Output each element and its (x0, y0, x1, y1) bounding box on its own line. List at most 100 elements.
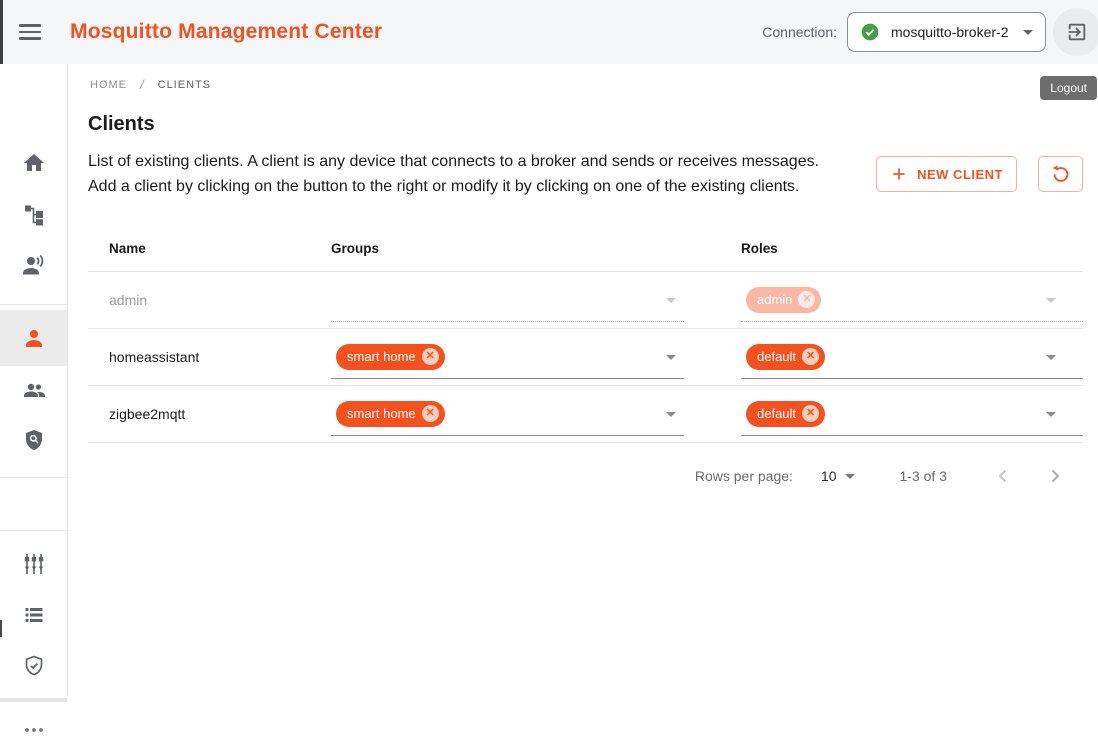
role-chip[interactable]: default ✕ (746, 344, 825, 370)
breadcrumb: HOME / CLIENTS (88, 77, 1083, 92)
menu-toggle-button[interactable] (17, 19, 43, 45)
column-header-roles: Roles (741, 241, 1083, 256)
chip-delete-icon[interactable]: ✕ (422, 348, 439, 365)
sidebar-divider (0, 304, 67, 305)
rows-per-page-label: Rows per page: (695, 468, 793, 484)
chip-label: smart home (347, 349, 416, 364)
chip-label: smart home (347, 406, 416, 421)
sidebar-item-roles[interactable] (0, 416, 67, 464)
chip-delete-icon[interactable]: ✕ (422, 405, 439, 422)
chip-label: admin (757, 292, 792, 307)
hamburger-icon (19, 24, 41, 27)
column-header-name: Name (88, 241, 331, 256)
topology-icon (22, 202, 46, 226)
chevron-down-icon (666, 298, 676, 303)
chevron-down-icon (1023, 30, 1033, 35)
client-name: zigbee2mqtt (88, 406, 331, 422)
topbar-right-cluster: Connection: mosquitto-broker-2 (762, 8, 1098, 56)
logout-tooltip: Logout (1040, 76, 1097, 100)
role-chip[interactable]: admin ✕ (746, 287, 821, 313)
chevron-down-icon (1046, 355, 1056, 360)
top-bar: Mosquitto Management Center Connection: … (0, 0, 1098, 64)
groups-select[interactable]: smart home ✕ (331, 392, 684, 436)
client-name: homeassistant (88, 349, 331, 365)
roles-select[interactable]: admin ✕ (741, 278, 1083, 322)
record-voice-icon (22, 253, 46, 277)
more-horizontal-icon (22, 718, 46, 742)
breadcrumb-current: CLIENTS (158, 79, 211, 91)
refresh-icon (1050, 163, 1072, 185)
sidebar-item-groups[interactable] (0, 365, 67, 413)
pagination-range: 1-3 of 3 (900, 468, 947, 484)
page-title: Clients (88, 113, 1083, 136)
breadcrumb-home[interactable]: HOME (90, 79, 127, 91)
chip-label: default (757, 406, 796, 421)
sliders-icon (22, 552, 46, 576)
left-edge-strip-bottom (0, 620, 2, 637)
sidebar-item-home[interactable] (0, 139, 67, 187)
roles-select[interactable]: default ✕ (741, 392, 1083, 436)
intro-row: List of existing clients. A client is an… (88, 149, 1083, 199)
check-circle-icon (860, 22, 880, 42)
clients-table: Name Groups Roles admin admin ✕ (88, 225, 1083, 443)
logout-button[interactable] (1053, 8, 1098, 56)
client-name: admin (88, 292, 331, 308)
sidebar-divider (0, 477, 67, 478)
sidebar-item-security[interactable] (0, 642, 67, 690)
sidebar-item-plugins[interactable] (0, 540, 67, 588)
chip-delete-icon[interactable]: ✕ (798, 291, 815, 308)
pagination: Rows per page: 10 1-3 of 3 (88, 443, 1083, 509)
chevron-down-icon (1046, 298, 1056, 303)
table-row[interactable]: zigbee2mqtt smart home ✕ default ✕ (88, 386, 1083, 443)
sidebar-divider (0, 698, 67, 702)
person-icon (22, 326, 46, 350)
groups-select[interactable] (331, 278, 684, 322)
chevron-down-icon (1046, 412, 1056, 417)
home-icon (22, 151, 46, 175)
breadcrumb-separator: / (140, 77, 145, 92)
connection-value: mosquitto-broker-2 (891, 24, 1023, 40)
new-client-button[interactable]: NEW CLIENT (876, 156, 1017, 192)
left-edge-strip (0, 0, 3, 64)
sidebar-item-topology[interactable] (0, 190, 67, 238)
chevron-down-icon (666, 355, 676, 360)
new-client-label: NEW CLIENT (917, 167, 1003, 182)
sidebar-item-clients[interactable] (0, 310, 67, 366)
chip-label: default (757, 349, 796, 364)
role-chip[interactable]: default ✕ (746, 401, 825, 427)
table-row[interactable]: admin admin ✕ (88, 272, 1083, 329)
page-description: List of existing clients. A client is an… (88, 149, 830, 199)
roles-select[interactable]: default ✕ (741, 335, 1083, 379)
sidebar-item-streams[interactable] (0, 591, 67, 639)
chip-delete-icon[interactable]: ✕ (802, 405, 819, 422)
plus-icon (890, 165, 908, 183)
shield-check-icon (22, 654, 46, 678)
rows-per-page-value[interactable]: 10 (821, 468, 837, 484)
group-chip[interactable]: smart home ✕ (336, 344, 445, 370)
exit-to-app-icon (1066, 21, 1088, 43)
group-chip[interactable]: smart home ✕ (336, 401, 445, 427)
list-icon (22, 603, 46, 627)
shield-search-icon (22, 428, 46, 452)
sidebar-item-broadcast[interactable] (0, 241, 67, 289)
sidebar-item-more[interactable] (0, 706, 67, 754)
chevron-down-icon (666, 412, 676, 417)
app-title: Mosquitto Management Center (70, 20, 382, 44)
previous-page-button[interactable] (991, 464, 1015, 488)
people-icon (22, 377, 46, 401)
refresh-button[interactable] (1038, 156, 1083, 192)
chip-delete-icon[interactable]: ✕ (802, 348, 819, 365)
sidebar-divider (0, 530, 67, 531)
connection-select[interactable]: mosquitto-broker-2 (847, 12, 1046, 52)
table-row[interactable]: homeassistant smart home ✕ default ✕ (88, 329, 1083, 386)
action-buttons: NEW CLIENT (876, 156, 1083, 192)
chevron-left-icon (991, 464, 1015, 488)
groups-select[interactable]: smart home ✕ (331, 335, 684, 379)
chevron-down-icon[interactable] (845, 474, 855, 479)
main-content: HOME / CLIENTS Clients List of existing … (68, 64, 1098, 696)
table-header: Name Groups Roles (88, 225, 1083, 272)
chevron-right-icon (1043, 464, 1067, 488)
connection-label: Connection: (762, 24, 837, 40)
next-page-button[interactable] (1043, 464, 1067, 488)
sidebar (0, 64, 68, 696)
